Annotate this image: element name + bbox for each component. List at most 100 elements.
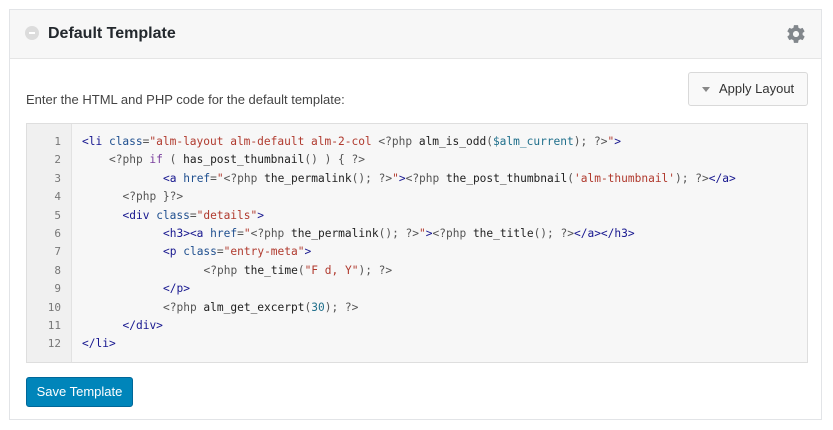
line-number: 7	[54, 245, 61, 259]
panel-title: Default Template	[48, 25, 176, 42]
line-number: 1	[54, 135, 61, 148]
code-token: </p>	[163, 282, 190, 296]
line-number-gutter: 1 2 3 4 5 6 7 8 9 10 11 12	[27, 124, 72, 362]
code-token: ); ?>	[573, 135, 608, 148]
code-token: </a>	[708, 171, 736, 185]
save-template-label: Save Template	[36, 384, 123, 399]
code-token: (	[162, 153, 184, 167]
line-number: 6	[54, 227, 61, 240]
code-token: <div	[122, 208, 157, 222]
code-token: ); ?>	[675, 171, 709, 185]
code-token: >	[425, 227, 433, 240]
code-token: the_post_thumbnail	[446, 171, 568, 185]
code-token: <?php	[250, 227, 292, 240]
code-token: alm_is_odd	[418, 135, 487, 148]
code-editor[interactable]: 1 2 3 4 5 6 7 8 9 10 11 12 <li class="alm-layout al…	[26, 123, 808, 363]
code-token: if	[149, 153, 163, 167]
line-number: 4	[54, 190, 61, 204]
line-number: 8	[54, 263, 61, 277]
line-number: 12	[47, 337, 61, 351]
code-token: href	[183, 171, 211, 185]
code-token: (); ?>	[533, 227, 574, 240]
line-number: 5	[54, 208, 61, 222]
apply-layout-label: Apply Layout	[719, 81, 795, 96]
code-token: >	[398, 171, 406, 185]
code-line: <?php }?>	[123, 188, 184, 206]
code-line: </p>	[163, 280, 190, 298]
code-token: </li>	[82, 337, 116, 351]
code-token: 'alm-thumbnail'	[574, 171, 676, 185]
line-number: 10	[47, 300, 61, 314]
code-token: <?php	[223, 171, 265, 185]
code-line: <?php if ( has_post_thumbnail() ) { ?>	[109, 151, 365, 169]
code-token: <?php	[109, 153, 150, 167]
line-number: 3	[54, 171, 61, 185]
code-token: (	[486, 135, 493, 148]
code-line: <?php the_time("F d, Y"); ?>	[204, 262, 393, 280]
save-template-button[interactable]: Save Template	[26, 377, 133, 407]
code-token: <p	[163, 245, 184, 259]
code-token: =	[237, 227, 244, 240]
code-token: "alm-layout alm-default alm-2-col	[149, 135, 379, 148]
code-token: >	[614, 135, 621, 148]
code-token: </div>	[122, 319, 163, 332]
code-token: href	[210, 227, 238, 240]
code-token: 30	[311, 300, 325, 314]
code-line: </li>	[82, 335, 116, 353]
code-token: class	[183, 245, 217, 259]
code-token: $alm_current	[492, 135, 574, 148]
code-token: the_permalink	[291, 227, 379, 240]
line-number: 9	[54, 282, 61, 296]
code-token: "	[243, 227, 251, 240]
code-token: <a	[163, 171, 184, 185]
code-token: >	[257, 208, 264, 222]
code-token: ); ?>	[324, 300, 359, 314]
code-token: the_title	[472, 227, 534, 240]
code-token: <li	[82, 135, 109, 148]
code-token: has_post_thumbnail	[183, 153, 305, 167]
gear-icon[interactable]	[787, 25, 805, 43]
code-token: <?php	[203, 263, 244, 277]
code-token: ); ?>	[358, 263, 393, 277]
code-line: <a href="<?php the_permalink(); ?>"><?ph…	[163, 170, 736, 188]
code-line: <p class="entry-meta">	[163, 243, 311, 261]
code-token: the_permalink	[264, 171, 352, 185]
code-token: (); ?>	[378, 227, 420, 240]
code-token: <?php	[163, 300, 204, 314]
code-token: <h3><a	[163, 227, 211, 240]
code-token: alm_get_excerpt	[203, 300, 305, 314]
panel-header: Default Template	[10, 10, 821, 59]
template-panel: Default Template Enter the HTML and PHP …	[9, 9, 822, 420]
code-line: <h3><a href="<?php the_permalink(); ?>">…	[163, 225, 635, 243]
code-token: class	[156, 208, 190, 222]
code-token: (); ?>	[351, 171, 393, 185]
code-line: <?php alm_get_excerpt(30); ?>	[163, 299, 358, 317]
line-number: 11	[47, 319, 61, 332]
code-token: () ) { ?>	[304, 153, 365, 167]
code-token: the_time	[243, 263, 298, 277]
collapse-icon[interactable]	[25, 26, 39, 40]
code-line: <li class="alm-layout alm-default alm-2-…	[82, 133, 621, 151]
code-line: <div class="details">	[123, 207, 265, 225]
code-token: </a></h3>	[573, 227, 635, 240]
code-token: <?php	[378, 135, 419, 148]
code-token: <?php	[405, 171, 446, 185]
code-token: "	[419, 227, 426, 240]
code-token: "	[216, 171, 224, 185]
code-line: </div>	[123, 317, 163, 335]
line-number: 2	[54, 153, 61, 167]
code-token: <?php }?>	[122, 190, 184, 204]
code-token: "details"	[196, 208, 258, 222]
instruction-text: Enter the HTML and PHP code for the defa…	[26, 92, 345, 107]
code-token: =	[189, 208, 197, 222]
code-token: "	[392, 171, 399, 185]
code-token: "entry-meta"	[223, 245, 305, 259]
caret-down-icon	[702, 87, 710, 92]
code-token: =	[210, 171, 217, 185]
code-token: "F d, Y"	[304, 263, 359, 277]
code-token: <?php	[432, 227, 473, 240]
code-token: class	[108, 135, 143, 148]
code-token: (	[567, 171, 574, 185]
apply-layout-button[interactable]: Apply Layout	[688, 72, 808, 106]
code-token: (	[297, 263, 305, 277]
